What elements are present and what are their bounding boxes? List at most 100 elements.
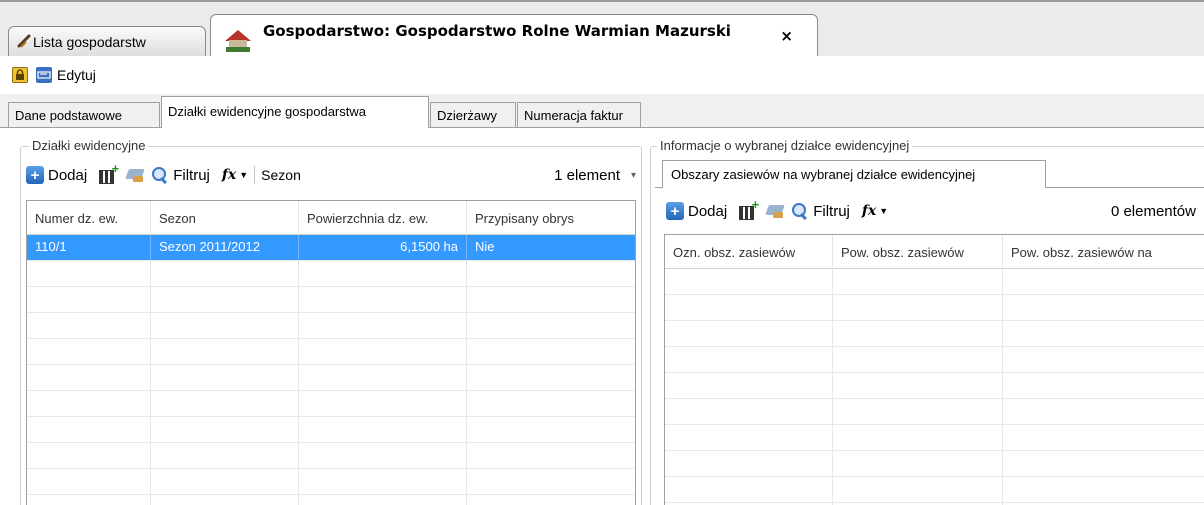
tab-farm-list[interactable]: Lista gospodarstw <box>8 26 206 56</box>
column-header-crop-area-id[interactable]: Ozn. obsz. zasiewów <box>665 235 833 269</box>
empty-cell <box>467 313 635 339</box>
empty-row <box>27 313 635 339</box>
tab-basic-data[interactable]: Dane podstawowe <box>8 102 160 128</box>
empty-cell <box>467 469 635 495</box>
lock-icon[interactable] <box>12 67 28 83</box>
empty-cell <box>299 443 467 469</box>
parcels-grid-header: Numer dz. ew. Sezon Powierzchnia dz. ew.… <box>27 201 635 235</box>
empty-row <box>665 451 1204 477</box>
column-header-parcel-number[interactable]: Numer dz. ew. <box>27 201 151 235</box>
add-columns-icon[interactable] <box>99 161 119 184</box>
empty-cell <box>299 417 467 443</box>
empty-row <box>665 321 1204 347</box>
empty-cell <box>665 399 833 425</box>
crop-areas-grid-header: Ozn. obsz. zasiewów Pow. obsz. zasiewów … <box>665 235 1204 269</box>
add-icon: + <box>666 202 684 220</box>
formula-dropdown[interactable]: fx ▼ <box>862 203 888 219</box>
tab-invoice-numbering[interactable]: Numeracja faktur <box>517 102 641 128</box>
tab-parcels[interactable]: Działki ewidencyjne gospodarstwa <box>161 96 429 128</box>
chevron-down-icon: ▼ <box>239 170 249 180</box>
empty-cell <box>665 295 833 321</box>
cell-outline-assigned: Nie <box>467 235 635 261</box>
empty-row <box>27 261 635 287</box>
farm-house-icon <box>223 27 253 53</box>
empty-cell <box>27 313 151 339</box>
empty-row <box>665 269 1204 295</box>
empty-cell <box>467 495 635 505</box>
empty-row <box>27 469 635 495</box>
tab-content-panel: Działki ewidencyjne + Dodaj Filtruj fx ▼… <box>0 127 1204 505</box>
add-crop-area-label: Dodaj <box>688 202 728 220</box>
filter-button[interactable]: Filtruj <box>151 166 210 184</box>
empty-row <box>665 477 1204 503</box>
empty-row <box>665 373 1204 399</box>
filter-button[interactable]: Filtruj <box>791 202 850 220</box>
edit-icon <box>36 67 52 83</box>
empty-cell <box>467 417 635 443</box>
empty-row <box>27 365 635 391</box>
empty-cell <box>27 443 151 469</box>
document-tab-bar: Lista gospodarstw Gospodarstwo: Gospodar… <box>0 0 1204 58</box>
empty-cell <box>833 347 1003 373</box>
empty-row <box>27 287 635 313</box>
edit-button[interactable]: Edytuj <box>36 67 96 83</box>
empty-cell <box>665 425 833 451</box>
empty-cell <box>833 295 1003 321</box>
empty-cell <box>1003 347 1204 373</box>
empty-cell <box>27 339 151 365</box>
season-filter-button[interactable]: Sezon <box>261 167 301 183</box>
tab-crop-areas[interactable]: Obszary zasiewów na wybranej działce ewi… <box>662 160 1046 188</box>
add-crop-area-button[interactable]: + Dodaj <box>666 202 727 220</box>
crop-areas-toolbar: + Dodaj Filtruj fx ▼ 0 elementów <box>666 197 1196 220</box>
empty-cell <box>151 417 299 443</box>
column-header-season[interactable]: Sezon <box>151 201 299 235</box>
column-header-crop-area-size-on[interactable]: Pow. obsz. zasiewów na <box>1003 235 1204 269</box>
parcels-group-title: Działki ewidencyjne <box>29 138 149 153</box>
tab-leases[interactable]: Dzierżawy <box>430 102 516 128</box>
empty-cell <box>299 495 467 505</box>
empty-cell <box>299 469 467 495</box>
cell-season: Sezon 2011/2012 <box>151 235 299 261</box>
column-header-outline-assigned[interactable]: Przypisany obrys <box>467 201 635 235</box>
empty-row <box>665 295 1204 321</box>
toolbar-overflow-icon[interactable]: ▾ <box>631 170 636 181</box>
empty-cell <box>467 339 635 365</box>
empty-cell <box>833 451 1003 477</box>
empty-cell <box>151 287 299 313</box>
add-parcel-button[interactable]: + Dodaj <box>26 166 87 184</box>
add-columns-icon[interactable] <box>739 197 759 220</box>
column-header-crop-area-size[interactable]: Pow. obsz. zasiewów <box>833 235 1003 269</box>
empty-row <box>27 417 635 443</box>
tab-farm-details[interactable]: Gospodarstwo: Gospodarstwo Rolne Warmian… <box>210 14 818 58</box>
empty-cell <box>299 365 467 391</box>
tab-farm-details-label: Gospodarstwo: Gospodarstwo Rolne Warmian… <box>263 21 731 40</box>
empty-cell <box>467 443 635 469</box>
empty-cell <box>151 443 299 469</box>
empty-row <box>27 391 635 417</box>
empty-cell <box>833 269 1003 295</box>
empty-cell <box>299 313 467 339</box>
column-header-area[interactable]: Powierzchnia dz. ew. <box>299 201 467 235</box>
empty-cell <box>299 339 467 365</box>
empty-cell <box>665 373 833 399</box>
edit-label: Edytuj <box>57 67 96 83</box>
empty-cell <box>665 347 833 373</box>
empty-cell <box>833 373 1003 399</box>
empty-cell <box>299 261 467 287</box>
formula-dropdown[interactable]: fx ▼ <box>222 167 248 183</box>
empty-cell <box>1003 269 1204 295</box>
clear-filter-icon[interactable] <box>127 167 145 183</box>
search-icon <box>151 166 169 184</box>
clear-filter-icon[interactable] <box>767 203 785 219</box>
pliers-icon <box>17 34 31 48</box>
empty-cell <box>151 469 299 495</box>
empty-cell <box>299 391 467 417</box>
empty-cell <box>665 477 833 503</box>
close-tab-button[interactable]: × <box>780 27 793 45</box>
empty-cell <box>833 399 1003 425</box>
parcels-count: 1 element <box>554 166 620 184</box>
table-row[interactable]: 110/1 Sezon 2011/2012 6,1500 ha Nie <box>27 235 635 261</box>
empty-row <box>27 339 635 365</box>
empty-cell <box>151 261 299 287</box>
empty-row <box>665 347 1204 373</box>
